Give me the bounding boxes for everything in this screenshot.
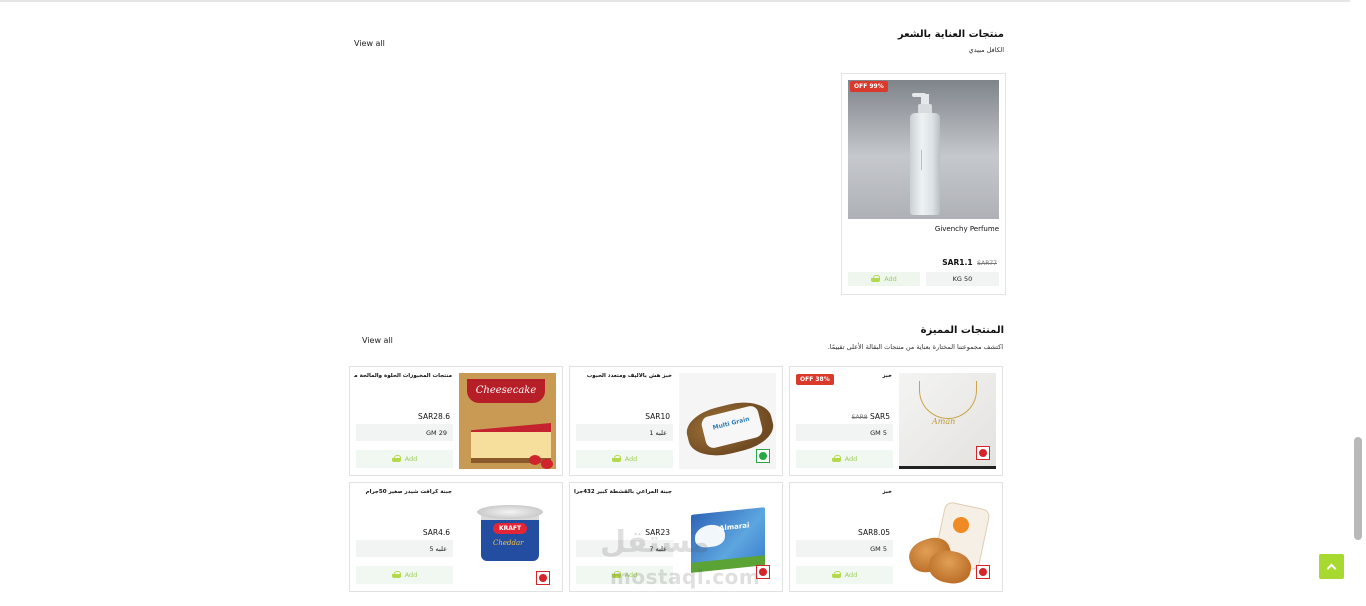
veg-indicator-icon [756, 449, 770, 463]
unit-selector[interactable]: 1 علبه [576, 424, 673, 441]
almarai-cheese-image[interactable]: Almarai [679, 489, 776, 585]
cheesecake-image[interactable]: Cheesecake [459, 373, 556, 469]
product-name[interactable]: خبز [794, 373, 892, 379]
product-card[interactable]: Cheesecake منتجات المخبوزات الحلوة والما… [349, 366, 563, 476]
hair-section-subtitle: الكافل مبيدي [968, 46, 1004, 54]
add-label: Add [884, 275, 897, 283]
product-price: SAR28.6 [418, 412, 450, 421]
basket-icon [391, 455, 401, 462]
perfume-bottle-image[interactable]: OFF 99% [848, 80, 999, 219]
add-label: Add [404, 455, 418, 463]
current-price: SAR1.1 [942, 258, 973, 267]
add-label: Add [404, 571, 418, 579]
product-name[interactable]: خبز [794, 489, 892, 495]
basket-icon [391, 571, 401, 578]
hair-view-all-link[interactable]: View all [354, 39, 385, 48]
nonveg-indicator-icon [536, 571, 550, 585]
add-to-cart-button[interactable]: Add [796, 566, 893, 584]
product-card[interactable]: Almarai جبنة المراعي بالقشطة كبير 432جرا… [569, 482, 783, 592]
unit-selector[interactable]: GM 5 [796, 540, 893, 557]
add-to-cart-button[interactable]: Add [356, 450, 453, 468]
add-label: Add [624, 571, 638, 579]
product-price: SAR10 [645, 412, 670, 421]
cheesecake-label: Cheesecake [467, 379, 545, 403]
product-name[interactable]: Givenchy Perfume [935, 225, 999, 233]
basket-icon [611, 455, 621, 462]
product-price: SAR8.05 [858, 528, 890, 537]
product-name[interactable]: منتجات المخبوزات الحلوة والمالحة من [354, 373, 452, 379]
unit-selector[interactable]: GM 5 [796, 424, 893, 441]
product-card[interactable]: Multi Grain خبز هش بالأليف ومتعدد الحبوب… [569, 366, 783, 476]
add-label: Add [844, 455, 858, 463]
chevron-up-icon [1326, 563, 1337, 573]
kraft-logo: KRAFT [493, 523, 527, 534]
add-label: Add [844, 571, 858, 579]
hair-section-title: منتجات العناية بالشعر [897, 29, 1004, 40]
basket-icon [831, 455, 841, 462]
product-price: SAR1.1 SAR77 [942, 258, 997, 267]
unit-selector[interactable]: 5 علبه [356, 540, 453, 557]
product-name[interactable]: خبز هش بالأليف ومتعدد الحبوب [574, 373, 672, 379]
featured-view-all-link[interactable]: View all [362, 336, 393, 345]
product-name[interactable]: جبنة المراعي بالقشطة كبير 432جرام [574, 489, 672, 495]
add-to-cart-button[interactable]: Add [356, 566, 453, 584]
add-to-cart-button[interactable]: Add [796, 450, 893, 468]
product-price: SAR8 SAR5 [850, 412, 890, 421]
add-to-cart-button[interactable]: Add [576, 450, 673, 468]
unit-selector[interactable]: KG 50 [926, 272, 999, 286]
unit-selector[interactable]: GM 29 [356, 424, 453, 441]
scrollbar-thumb[interactable] [1354, 437, 1362, 540]
product-price: SAR23 [645, 528, 670, 537]
old-price: SAR8 [851, 414, 868, 421]
kraft-text: Cheddar [493, 539, 524, 547]
current-price: SAR5 [869, 412, 890, 421]
add-to-cart-button[interactable]: Add [576, 566, 673, 584]
featured-section-title: المنتجات المميزة [920, 325, 1004, 336]
bread-bag-image[interactable] [899, 489, 996, 585]
featured-section-subtitle: اكتشف مجموعتنا المختارة بعناية من منتجات… [827, 343, 1003, 351]
nonveg-indicator-icon [976, 446, 990, 460]
nonveg-indicator-icon [756, 565, 770, 579]
product-card-givenchy[interactable]: OFF 99% Givenchy Perfume SAR1.1 SAR77 Ad… [841, 73, 1006, 295]
basket-icon [611, 571, 621, 578]
multigrain-bread-image[interactable]: Multi Grain [679, 373, 776, 469]
product-name[interactable]: جبنة كرافت شيدر صغير 50جرام [354, 489, 452, 495]
scroll-to-top-button[interactable] [1319, 554, 1344, 579]
old-price: SAR77 [977, 260, 997, 267]
product-price: SAR4.6 [422, 528, 450, 537]
product-card[interactable]: Aman OFF 38% خبز SAR8 SAR5 GM 5 Add [789, 366, 1003, 476]
product-card[interactable]: خبز SAR8.05 GM 5 Add [789, 482, 1003, 592]
basket-icon [831, 571, 841, 578]
nonveg-indicator-icon [976, 565, 990, 579]
add-to-cart-button[interactable]: Add [848, 272, 920, 286]
basket-icon [871, 275, 881, 282]
necklace-image[interactable]: Aman [899, 373, 996, 469]
unit-selector[interactable]: 7 علبه [576, 540, 673, 557]
add-label: Add [624, 455, 638, 463]
top-divider [0, 0, 1350, 2]
product-card[interactable]: KRAFT Cheddar جبنة كرافت شيدر صغير 50جرا… [349, 482, 563, 592]
discount-badge: OFF 99% [850, 81, 888, 92]
